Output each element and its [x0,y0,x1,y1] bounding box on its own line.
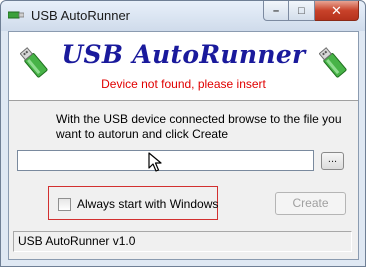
header-panel: USB AutoRunner Device not found, please … [9,32,358,101]
app-window: USB AutoRunner – □ ✕ USB AutoRunner Devi… [0,0,366,267]
maximize-button[interactable]: □ [289,1,315,21]
always-start-label[interactable]: Always start with Windows [77,197,218,211]
close-button[interactable]: ✕ [315,1,359,21]
window-title: USB AutoRunner [31,8,131,23]
client-area: USB AutoRunner Device not found, please … [8,31,359,260]
app-heading: USB AutoRunner [61,40,306,69]
always-start-checkbox[interactable] [58,197,71,211]
instructions-text: With the USB device connected browse to … [56,112,342,141]
usb-drive-icon [319,47,347,78]
caption-buttons: – □ ✕ [263,1,359,21]
device-status-text: Device not found, please insert [101,77,266,91]
status-bar: USB AutoRunner v1.0 [13,231,352,252]
browse-button[interactable]: ... [321,152,344,170]
create-button[interactable]: Create [275,192,346,215]
minimize-button[interactable]: – [263,1,289,21]
file-path-input[interactable] [17,150,314,171]
title-bar[interactable]: USB AutoRunner – □ ✕ [1,1,365,31]
mouse-cursor-icon [148,152,162,172]
usb-app-icon [8,11,24,19]
always-start-option[interactable]: Always start with Windows [58,197,218,211]
